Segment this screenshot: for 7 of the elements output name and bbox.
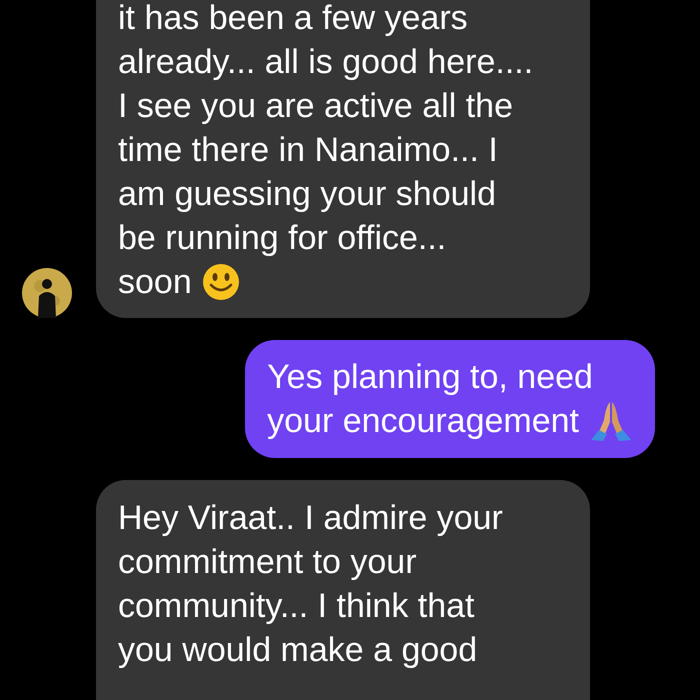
message-text: soon [118,262,192,303]
message-text: it has been a few years already... all is good here.... I see you are active all the time there in Nanaimo... I am guessing your should be running for office... [118,0,534,259]
message-text: Hey Viraat.. I admire your commitment to your community... I think that you would make a good [118,498,503,671]
message-text: Yes planning to, need [267,357,593,398]
smiley-icon [202,263,240,301]
message-text: your encouragement [267,401,579,442]
praying-hands-icon [589,400,633,442]
